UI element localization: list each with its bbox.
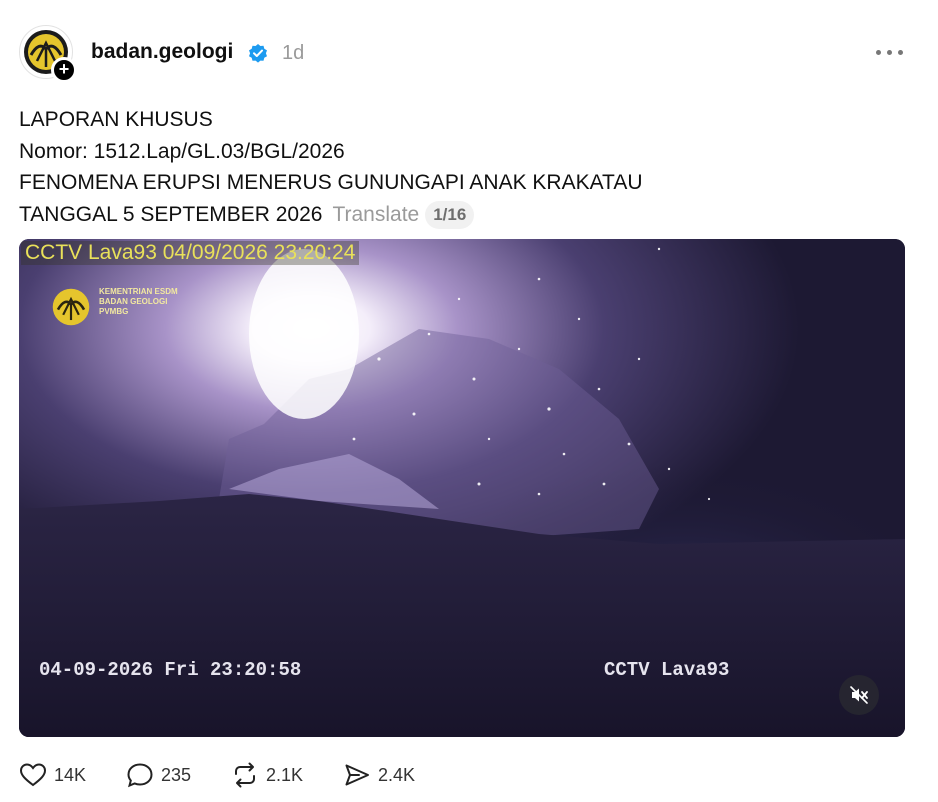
follow-plus-icon[interactable]: + <box>51 57 77 83</box>
speaker-muted-icon <box>850 686 868 704</box>
post-text: LAPORAN KHUSUS Nomor: 1512.Lap/GL.03/BGL… <box>19 104 643 230</box>
watermark-line: BADAN GEOLOGI <box>99 297 168 306</box>
like-count: 14K <box>54 764 87 785</box>
thread-post: + badan.geologi 1d LAPORAN KHUSUS Nomor:… <box>0 0 938 802</box>
comment-count: 235 <box>161 764 192 785</box>
post-line: Nomor: 1512.Lap/GL.03/BGL/2026 <box>19 139 345 163</box>
like-button[interactable]: 14K <box>19 760 86 790</box>
repost-count: 2.1K <box>266 764 304 785</box>
heart-icon <box>19 763 47 787</box>
video-player[interactable]: CCTV Lava93 04/09/2026 23:20:24 KEMENTRI… <box>19 239 905 737</box>
post-timestamp[interactable]: 1d <box>282 42 304 65</box>
verified-badge-icon <box>248 43 268 68</box>
cctv-camera-label: CCTV Lava93 <box>604 659 730 681</box>
action-bar: 14K 235 2.1K 2.4K <box>19 760 619 790</box>
more-options-icon[interactable] <box>876 50 906 60</box>
badan-geologi-logo-icon <box>52 288 90 326</box>
repost-button[interactable]: 2.1K <box>231 760 303 790</box>
send-icon <box>345 764 369 786</box>
username[interactable]: badan.geologi <box>91 40 233 64</box>
mute-button[interactable] <box>839 675 879 715</box>
translate-link[interactable]: Translate <box>332 203 419 226</box>
post-line: LAPORAN KHUSUS <box>19 108 213 131</box>
watermark-line: KEMENTRIAN ESDM <box>99 287 178 296</box>
share-count: 2.4K <box>378 764 416 785</box>
post-line: FENOMENA ERUPSI MENERUS GUNUNGAPI ANAK K… <box>19 171 643 194</box>
cctv-timestamp-bottom: 04-09-2026 Fri 23:20:58 <box>39 659 302 681</box>
cctv-timestamp-top: CCTV Lava93 04/09/2026 23:20:24 <box>21 241 360 265</box>
post-line: TANGGAL 5 SEPTEMBER 2026 <box>19 202 323 226</box>
share-button[interactable]: 2.4K <box>343 760 415 790</box>
comment-button[interactable]: 235 <box>126 760 191 790</box>
media-count-badge[interactable]: 1/16 <box>425 200 475 229</box>
post-line-last: TANGGAL 5 SEPTEMBER 2026 Translate 1/16 <box>19 199 643 231</box>
watermark-text: KEMENTRIAN ESDM BADAN GEOLOGI PVMBG <box>99 287 178 317</box>
agency-watermark: KEMENTRIAN ESDM BADAN GEOLOGI PVMBG <box>51 287 211 327</box>
watermark-line: PVMBG <box>99 307 129 316</box>
comment-icon <box>127 763 153 788</box>
repost-icon <box>235 762 255 788</box>
